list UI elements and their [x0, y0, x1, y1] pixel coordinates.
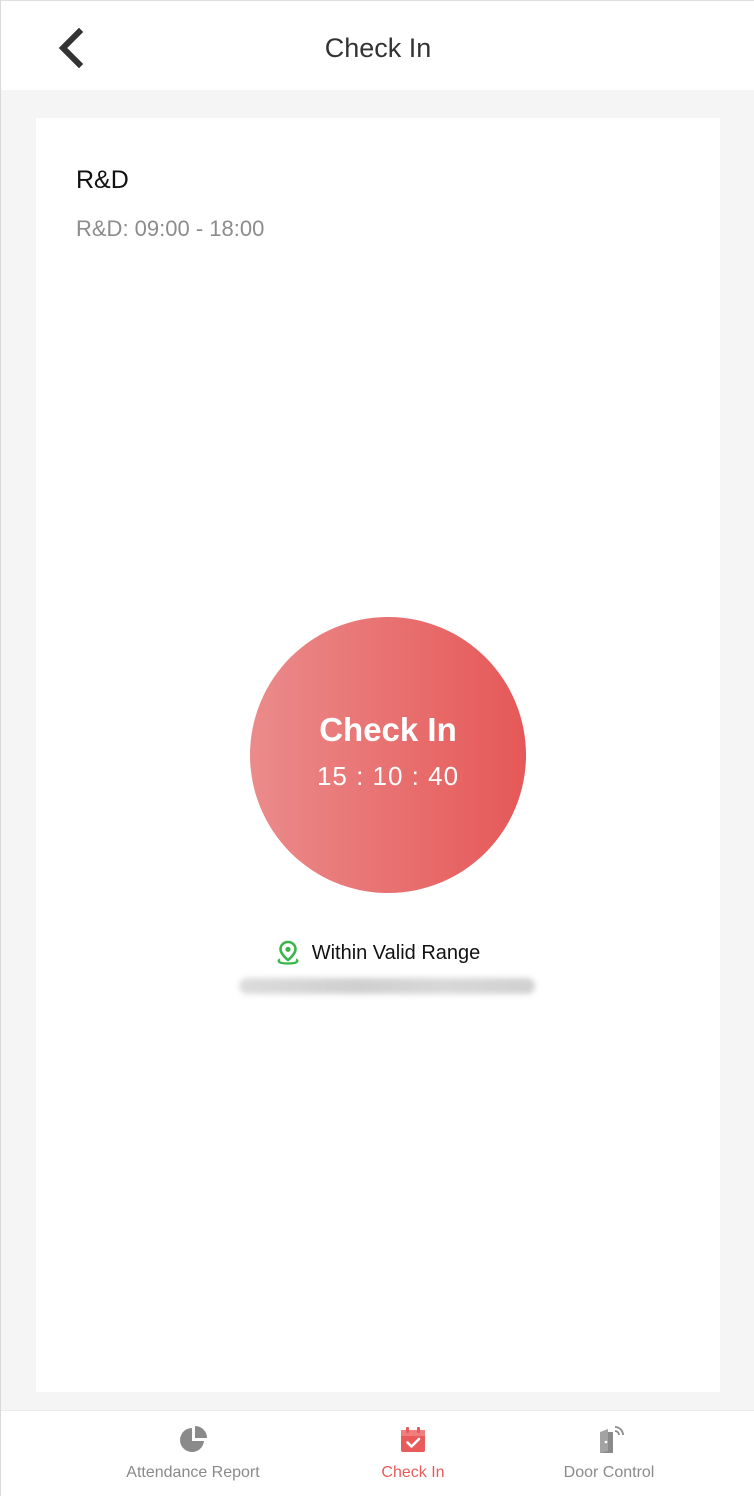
check-in-button-label: Check In [319, 710, 457, 748]
location-status: Within Valid Range [36, 940, 720, 966]
department-name: R&D [76, 166, 129, 194]
tab-check-in-label: Check In [381, 1464, 445, 1481]
pie-chart-icon [180, 1426, 207, 1452]
check-in-button[interactable]: Check In 15 : 10 : 40 [250, 617, 526, 893]
address-redacted [239, 978, 535, 994]
header-bar: Check In [1, 0, 754, 90]
door-wireless-icon [600, 1426, 624, 1453]
shift-schedule: R&D: 09:00 - 18:00 [76, 216, 265, 241]
bottom-tab-bar: Attendance Report Check In Door Control [1, 1410, 754, 1496]
tab-check-in[interactable]: Check In [313, 1425, 513, 1495]
tab-door-control-label: Door Control [563, 1464, 655, 1481]
location-pin-icon [277, 940, 299, 965]
location-status-text: Within Valid Range [311, 941, 481, 964]
tab-door-control[interactable]: Door Control [509, 1425, 709, 1495]
checkin-card: R&D R&D: 09:00 - 18:00 Check In 15 : 10 … [36, 118, 720, 1392]
page-title: Check In [324, 33, 432, 63]
current-time: 15 : 10 : 40 [316, 760, 460, 791]
tab-attendance-report-label: Attendance Report [126, 1464, 260, 1481]
calendar-check-icon [401, 1427, 425, 1452]
tab-attendance-report[interactable]: Attendance Report [93, 1425, 293, 1495]
